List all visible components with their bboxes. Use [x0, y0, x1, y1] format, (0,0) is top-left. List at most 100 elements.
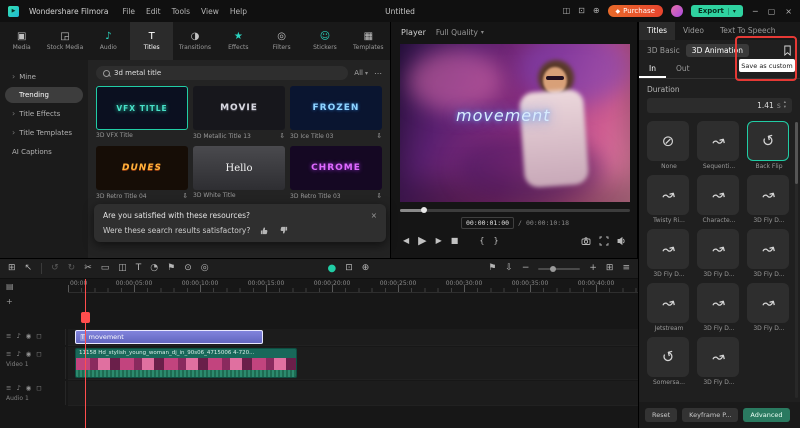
fit-timeline-icon[interactable]: ⊞: [606, 264, 614, 273]
add-track-icon[interactable]: +: [6, 298, 14, 306]
screen-record-icon[interactable]: ⊡: [345, 264, 353, 273]
tab-text-to-speech[interactable]: Text To Speech: [712, 22, 783, 40]
template-3d-vfx-title[interactable]: VFX TITLE 3D VFX Title: [96, 86, 188, 140]
redo-icon[interactable]: ↻: [68, 264, 76, 273]
record-icon[interactable]: ●: [327, 264, 336, 274]
sidebar-item-title-effects[interactable]: ›Title Effects: [0, 104, 88, 123]
tab-filters[interactable]: ◎Filters: [260, 22, 303, 60]
sidebar-item-mine[interactable]: ›Mine: [0, 67, 88, 86]
motion-track-icon[interactable]: ◎: [201, 264, 209, 273]
more-options-icon[interactable]: ⋯: [374, 69, 382, 78]
download-icon[interactable]: ⇩: [280, 132, 285, 140]
sidebar-item-title-templates[interactable]: ›Title Templates: [0, 123, 88, 142]
marker-icon[interactable]: ⚑: [167, 264, 175, 273]
template-thumbnail[interactable]: FROZEN: [290, 86, 382, 130]
pointer-tool-icon[interactable]: ↖: [25, 264, 33, 273]
timeline-ruler[interactable]: 00:00 00:00:05:00 00:00:10:00 00:00:15:0…: [68, 279, 638, 293]
playhead-handle[interactable]: [81, 312, 90, 323]
quick-text-icon[interactable]: T: [136, 264, 142, 273]
hide-icon[interactable]: ◉: [26, 350, 32, 358]
sidebar-item-ai-captions[interactable]: AI Captions: [0, 142, 88, 161]
reset-button[interactable]: Reset: [645, 408, 677, 422]
download-icon[interactable]: ⇩: [377, 132, 382, 140]
lock-icon[interactable]: ◻: [36, 332, 41, 340]
template-3d-white-title[interactable]: Hello 3D White Title: [193, 146, 285, 200]
template-thumbnail[interactable]: VFX TITLE: [96, 86, 188, 130]
download-icon[interactable]: ⇩: [183, 192, 188, 200]
playhead[interactable]: [85, 279, 86, 428]
snapshot-camera-icon[interactable]: [581, 236, 591, 246]
template-3d-metallic-title-13[interactable]: MOVIE 3D Metallic Title 13⇩: [193, 86, 285, 140]
tab-titles[interactable]: TTitles: [130, 22, 173, 60]
zoom-out-icon[interactable]: −: [522, 264, 530, 273]
template-thumbnail[interactable]: MOVIE: [193, 86, 285, 130]
subtab-3d-basic[interactable]: 3D Basic: [647, 46, 680, 55]
template-thumbnail[interactable]: CHROME: [290, 146, 382, 190]
export-caret-icon[interactable]: ▾: [728, 8, 736, 15]
preset-none[interactable]: ⊘None: [647, 121, 691, 170]
hide-icon[interactable]: ◉: [26, 332, 32, 340]
notifications-icon[interactable]: ⊕: [593, 7, 600, 15]
tab-transitions[interactable]: ◑Transitions: [173, 22, 216, 60]
step-down-icon[interactable]: ▾: [784, 106, 786, 111]
volume-icon[interactable]: [617, 236, 627, 246]
quality-dropdown[interactable]: Full Quality▾: [436, 28, 484, 37]
preset-back-flip[interactable]: ↺Back Flip: [747, 121, 791, 170]
title-clip[interactable]: T movement: [75, 330, 263, 344]
trim-icon[interactable]: ▭: [101, 264, 110, 273]
lock-icon[interactable]: ◻: [36, 384, 41, 392]
zoom-in-icon[interactable]: +: [589, 264, 597, 273]
thumbs-up-icon[interactable]: [260, 226, 269, 235]
account-avatar[interactable]: [671, 5, 683, 17]
preset-sequential[interactable]: ↝Sequenti...: [697, 121, 741, 170]
track-list-icon[interactable]: ▤: [6, 283, 14, 291]
zoom-slider-handle[interactable]: [550, 266, 556, 272]
track-menu-icon[interactable]: ≡: [6, 350, 11, 358]
menu-help[interactable]: Help: [230, 7, 247, 16]
duration-input[interactable]: 1.41 s ▴▾: [647, 98, 792, 113]
filter-dropdown[interactable]: All▾: [354, 69, 368, 77]
preset-twisty[interactable]: ↝Twisty Ri...: [647, 175, 691, 224]
hide-icon[interactable]: ◉: [26, 384, 32, 392]
template-thumbnail[interactable]: Hello: [193, 146, 285, 190]
duration-stepper[interactable]: ▴▾: [784, 101, 786, 111]
audio-track-header[interactable]: ≡ ♪ ◉ ◻ Audio 1: [0, 381, 66, 405]
export-button[interactable]: Export▾: [691, 5, 743, 17]
preset-3d-fly-5[interactable]: ↝3D Fly D...: [697, 283, 741, 332]
save-as-custom-icon[interactable]: [783, 45, 792, 56]
mark-out-button[interactable]: }: [493, 237, 498, 245]
tab-effects[interactable]: ★Effects: [217, 22, 260, 60]
player-scrubber[interactable]: [400, 209, 630, 212]
preset-3d-fly-3[interactable]: ↝3D Fly D...: [697, 229, 741, 278]
fullscreen-icon[interactable]: [599, 236, 609, 246]
preset-jetstream[interactable]: ↝Jetstream: [647, 283, 691, 332]
mute-icon[interactable]: ♪: [16, 332, 20, 340]
preset-somersault[interactable]: ↺Somersa...: [647, 337, 691, 386]
scrollbar-thumb[interactable]: [795, 122, 798, 184]
video-track-header[interactable]: ≡ ♪ ◉ ◻ Video 1: [0, 347, 66, 379]
scrubber-handle[interactable]: [421, 207, 427, 213]
track-options-icon[interactable]: ≡: [622, 264, 630, 273]
export-frame-icon[interactable]: ⇩: [505, 264, 513, 273]
tab-video-properties[interactable]: Video: [675, 22, 712, 40]
advanced-button[interactable]: Advanced: [743, 408, 789, 422]
menu-file[interactable]: File: [122, 7, 135, 16]
audio-track-lane[interactable]: [68, 381, 638, 406]
tab-media[interactable]: ▣Media: [0, 22, 43, 60]
tab-out[interactable]: Out: [666, 60, 700, 78]
mute-icon[interactable]: ♪: [16, 384, 20, 392]
tab-templates[interactable]: ▦Templates: [347, 22, 390, 60]
screen-recorder-icon[interactable]: ⊡: [578, 7, 585, 15]
preset-3d-fly-7[interactable]: ↝3D Fly D...: [697, 337, 741, 386]
purchase-button[interactable]: ◆Purchase: [608, 5, 663, 17]
speed-icon[interactable]: ◔: [150, 264, 158, 273]
preset-3d-fly-4[interactable]: ↝3D Fly D...: [747, 229, 791, 278]
download-icon[interactable]: ⇩: [377, 192, 382, 200]
search-input[interactable]: [114, 69, 341, 77]
mark-in-button[interactable]: {: [479, 237, 484, 245]
play-button[interactable]: ▶: [418, 235, 426, 246]
template-3d-retro-title-03[interactable]: CHROME 3D Retro Title 03⇩: [290, 146, 382, 200]
previous-frame-button[interactable]: ◀: [403, 237, 409, 245]
minimize-button[interactable]: ─: [753, 7, 758, 16]
maximize-button[interactable]: ▢: [768, 7, 776, 16]
